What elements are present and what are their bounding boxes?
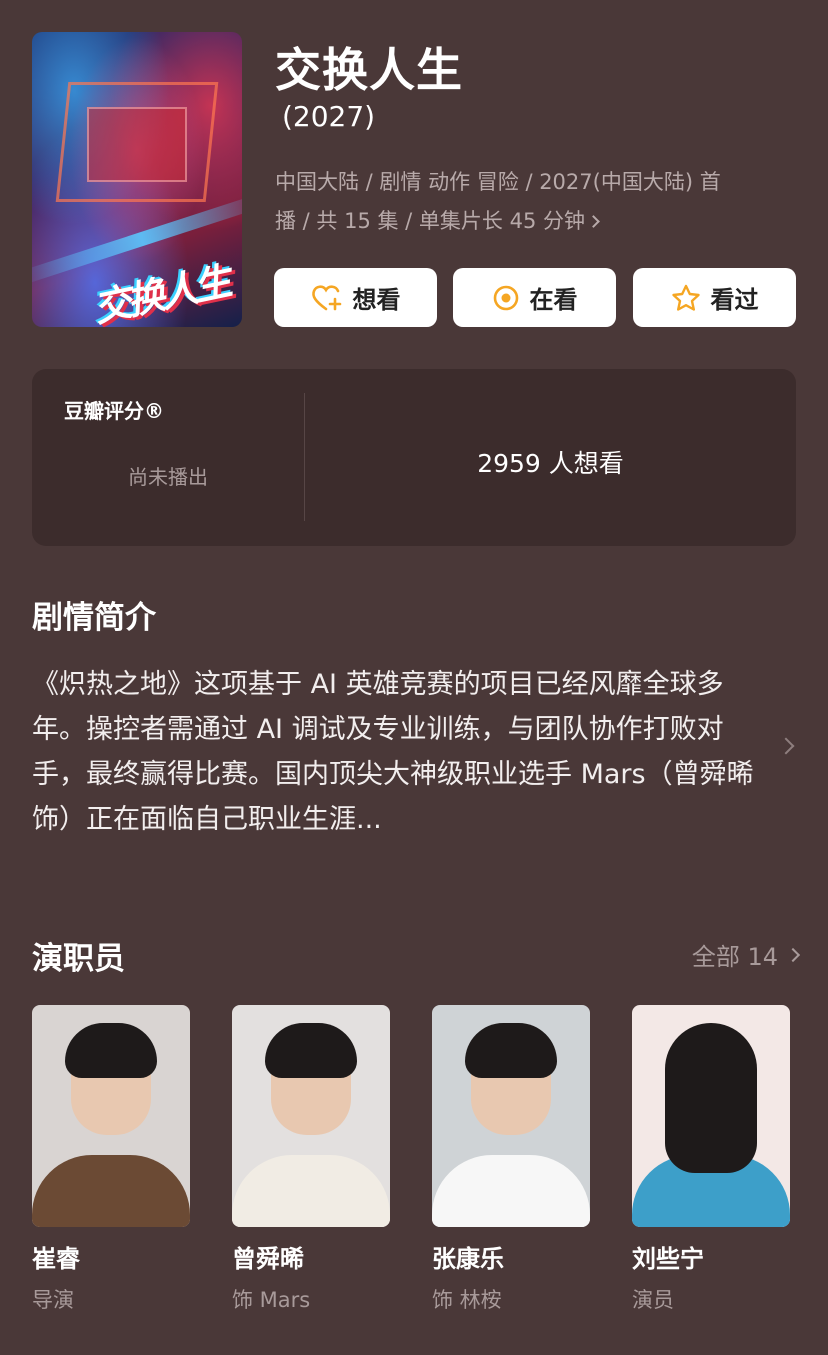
cast-heading: 演职员 (32, 941, 125, 977)
watching-button[interactable]: 在看 (453, 268, 616, 327)
synopsis-text[interactable]: 《炽热之地》这项基于 AI 英雄竞赛的项目已经风靡全球多年。操控者需通过 AI … (32, 662, 767, 842)
star-icon (671, 284, 700, 311)
meta-line-2: 播 / 共 15 集 / 单集片长 45 分钟 (275, 202, 775, 241)
cast-photo (432, 1005, 590, 1227)
show-year: (2027) (282, 100, 376, 133)
cast-photo (632, 1005, 790, 1227)
heart-plus-icon (311, 284, 341, 310)
cast-card[interactable]: 张康乐 饰 林桉 (432, 1005, 590, 1314)
cast-role: 导演 (32, 1288, 74, 1312)
poster-image[interactable]: 交换人生 (32, 32, 242, 327)
cast-role: 饰 Mars (232, 1288, 311, 1312)
want-to-watch-button[interactable]: 想看 (274, 268, 437, 327)
cast-card[interactable]: 崔睿 导演 (32, 1005, 190, 1314)
poster-room-decoration (87, 107, 187, 182)
want-to-watch-label: 想看 (352, 286, 401, 314)
show-meta-info[interactable]: 中国大陆 / 剧情 动作 冒险 / 2027(中国大陆) 首 播 / 共 15 … (275, 163, 775, 241)
cast-photo (32, 1005, 190, 1227)
cast-name: 刘些宁 (632, 1245, 704, 1273)
cast-card[interactable]: 刘些宁 演员 (632, 1005, 790, 1314)
poster-title-text: 交换人生 (89, 259, 232, 327)
show-title: 交换人生 (275, 43, 463, 97)
watched-button[interactable]: 看过 (633, 268, 796, 327)
cast-name: 张康乐 (432, 1245, 504, 1273)
target-circle-icon (493, 285, 518, 310)
cast-card[interactable]: 曾舜晞 饰 Mars (232, 1005, 390, 1314)
want-count: 2959 人想看 (477, 449, 624, 478)
synopsis-heading: 剧情简介 (32, 600, 156, 636)
show-detail-page: 交换人生 交换人生 (2027) 中国大陆 / 剧情 动作 冒险 / 2027(… (0, 0, 828, 1355)
watching-label: 在看 (529, 286, 578, 314)
watched-label: 看过 (710, 286, 759, 314)
cast-role: 饰 林桉 (432, 1288, 502, 1312)
chevron-right-icon (785, 947, 801, 962)
cast-role: 演员 (632, 1288, 674, 1312)
rating-panel[interactable]: 豆瓣评分® 尚未播出 2959 人想看 (32, 369, 796, 546)
rating-status: 尚未播出 (128, 465, 208, 489)
cast-name: 曾舜晞 (232, 1245, 304, 1273)
meta-line-1: 中国大陆 / 剧情 动作 冒险 / 2027(中国大陆) 首 (275, 170, 721, 194)
cast-photo (232, 1005, 390, 1227)
cast-view-all-link[interactable]: 全部 14 (691, 937, 801, 972)
chevron-right-icon[interactable] (777, 737, 795, 755)
cast-view-all-label: 全部 14 (691, 943, 778, 971)
chevron-right-icon (587, 215, 600, 228)
cast-name: 崔睿 (32, 1245, 80, 1273)
douban-rating-label: 豆瓣评分® (64, 399, 164, 423)
